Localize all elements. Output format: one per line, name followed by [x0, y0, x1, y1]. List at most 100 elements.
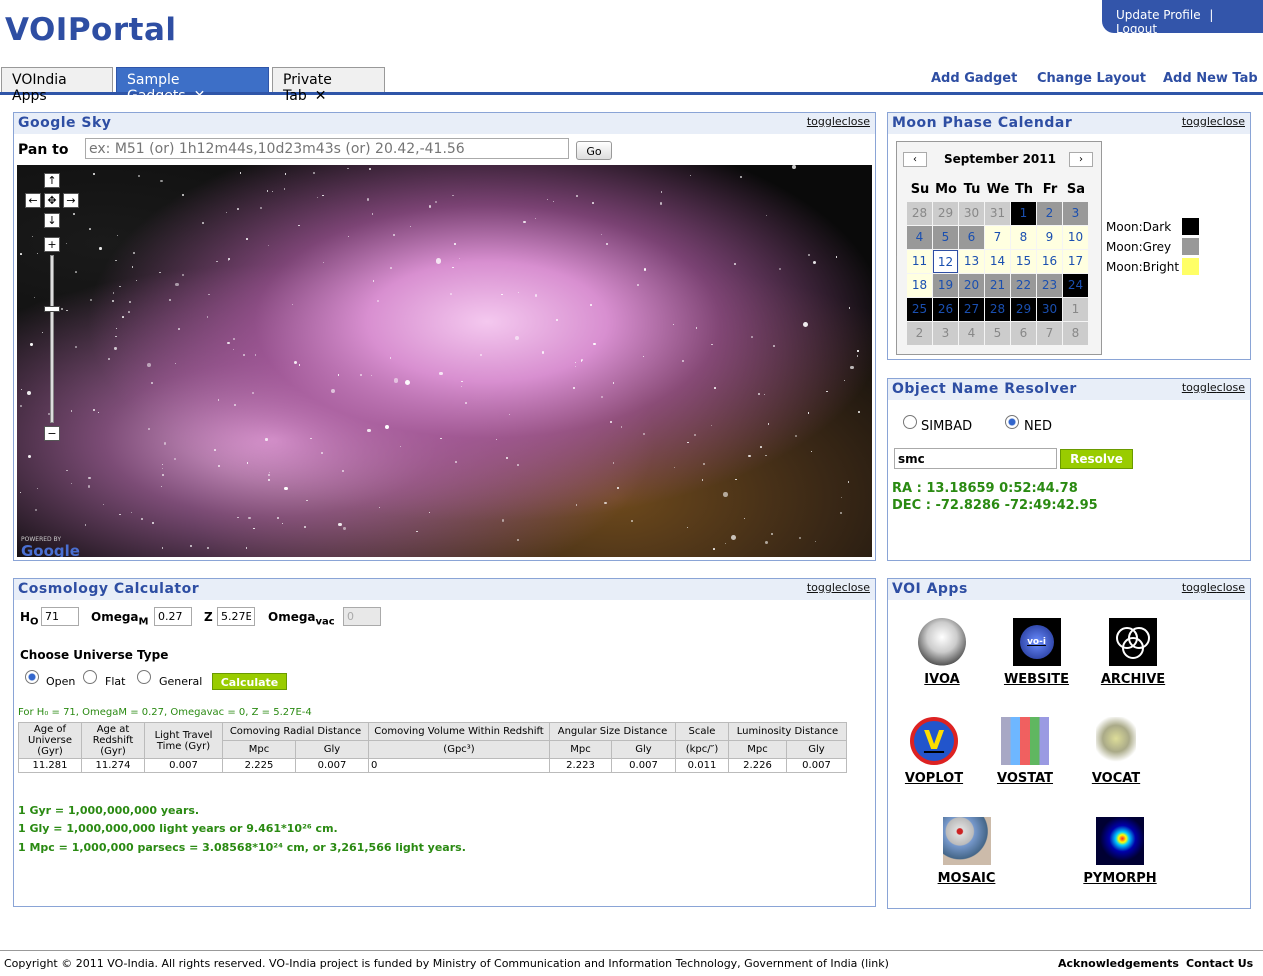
calendar-day[interactable]: 20 — [959, 274, 984, 297]
calendar-day[interactable]: 29 — [933, 202, 958, 225]
calendar-day[interactable]: 3 — [1063, 202, 1088, 225]
calendar-day[interactable]: 31 — [985, 202, 1010, 225]
pan-input[interactable] — [85, 138, 569, 159]
calendar-day[interactable]: 4 — [907, 226, 932, 249]
app-mosaic[interactable]: MOSAIC — [934, 817, 999, 886]
toggle-link[interactable]: toggle — [807, 115, 842, 128]
logout-link[interactable]: Logout — [1116, 22, 1157, 36]
tab-voindia-apps[interactable]: VOIndia Apps — [1, 67, 113, 104]
toggle-link[interactable]: toggle — [1182, 381, 1217, 394]
calendar-day[interactable]: 23 — [1037, 274, 1062, 297]
star — [253, 528, 255, 530]
calendar-day[interactable]: 2 — [1037, 202, 1062, 225]
calendar-day[interactable]: 6 — [959, 226, 984, 249]
calendar-day[interactable]: 17 — [1063, 250, 1088, 273]
close-link[interactable]: close — [1217, 115, 1245, 128]
calendar-day[interactable]: 4 — [959, 322, 984, 345]
calendar-day[interactable]: 3 — [933, 322, 958, 345]
calendar-day[interactable]: 28 — [985, 298, 1010, 321]
zoom-handle[interactable] — [44, 306, 60, 312]
toggle-link[interactable]: toggle — [1182, 581, 1217, 594]
update-profile-link[interactable]: Update Profile — [1116, 8, 1201, 22]
pan-up-icon[interactable]: ↑ — [44, 173, 60, 188]
calendar-day[interactable]: 16 — [1037, 250, 1062, 273]
omegam-input[interactable] — [154, 607, 192, 626]
zoom-slider[interactable] — [50, 255, 54, 423]
object-name-input[interactable] — [894, 448, 1057, 469]
simbad-radio[interactable] — [903, 415, 917, 429]
resolve-button[interactable]: Resolve — [1060, 449, 1133, 469]
star — [341, 470, 345, 473]
calendar-day[interactable]: 1 — [1063, 298, 1088, 321]
add-gadget-link[interactable]: Add Gadget — [931, 71, 1017, 86]
calendar-day[interactable]: 18 — [907, 274, 932, 297]
calendar-day[interactable]: 8 — [1063, 322, 1088, 345]
calendar-day[interactable]: 1 — [1011, 202, 1036, 225]
calendar-day[interactable]: 6 — [1011, 322, 1036, 345]
zoom-in-icon[interactable]: + — [44, 237, 60, 252]
toggle-link[interactable]: toggle — [807, 581, 842, 594]
calendar-day[interactable]: 30 — [1037, 298, 1062, 321]
calendar-day[interactable]: 5 — [985, 322, 1010, 345]
pan-down-icon[interactable]: ↓ — [44, 213, 60, 228]
flat-radio[interactable] — [83, 670, 97, 684]
calendar-day[interactable]: 29 — [1011, 298, 1036, 321]
calendar-day[interactable]: 12 — [933, 250, 958, 273]
open-radio[interactable] — [25, 670, 39, 684]
calendar-day[interactable]: 13 — [959, 250, 984, 273]
calendar-day[interactable]: 30 — [959, 202, 984, 225]
pan-left-icon[interactable]: ← — [25, 193, 41, 208]
calendar-day[interactable]: 15 — [1011, 250, 1036, 273]
z-input[interactable] — [217, 607, 255, 626]
change-layout-link[interactable]: Change Layout — [1037, 71, 1146, 86]
calendar-day[interactable]: 22 — [1011, 274, 1036, 297]
pan-center-icon[interactable]: ✥ — [44, 193, 60, 208]
calendar-day[interactable]: 24 — [1063, 274, 1088, 297]
app-voplot[interactable]: V VOPLOT — [904, 717, 964, 786]
calendar-day[interactable]: 8 — [1011, 226, 1036, 249]
app-pymorph[interactable]: PYMORPH — [1080, 817, 1160, 886]
general-radio[interactable] — [137, 670, 151, 684]
calendar-day[interactable]: 27 — [959, 298, 984, 321]
calendar-day[interactable]: 2 — [907, 322, 932, 345]
sky-map[interactable]: ↑ ← ✥ → ↓ + − POWERED BY Google — [17, 165, 872, 557]
calendar-day[interactable]: 9 — [1037, 226, 1062, 249]
ned-radio[interactable] — [1005, 415, 1019, 429]
calendar-day[interactable]: 21 — [985, 274, 1010, 297]
close-link[interactable]: close — [1217, 381, 1245, 394]
h0-input[interactable] — [41, 607, 79, 626]
tab-private[interactable]: Private Tab ✕ — [272, 67, 385, 104]
close-icon[interactable]: ✕ — [194, 88, 206, 104]
app-website[interactable]: vo-i WEBSITE — [999, 618, 1074, 687]
app-vostat[interactable]: VOSTAT — [993, 717, 1057, 786]
omegavac-input[interactable] — [343, 607, 381, 626]
app-ivoa[interactable]: IVOA — [916, 618, 968, 687]
app-archive[interactable]: ARCHIVE — [1098, 618, 1168, 687]
calculate-button[interactable]: Calculate — [212, 673, 287, 690]
go-button[interactable]: Go — [576, 141, 612, 160]
close-icon[interactable]: ✕ — [315, 88, 327, 104]
pan-right-icon[interactable]: → — [63, 193, 79, 208]
close-link[interactable]: close — [1217, 581, 1245, 594]
calendar-day[interactable]: 25 — [907, 298, 932, 321]
close-link[interactable]: close — [842, 115, 870, 128]
app-vocat[interactable]: VOCAT — [1088, 717, 1144, 786]
contact-us-link[interactable]: Contact Us — [1186, 957, 1253, 970]
toggle-link[interactable]: toggle — [1182, 115, 1217, 128]
calendar-day[interactable]: 10 — [1063, 226, 1088, 249]
calendar-day[interactable]: 7 — [1037, 322, 1062, 345]
calendar-day[interactable]: 7 — [985, 226, 1010, 249]
next-month-icon[interactable]: › — [1069, 152, 1093, 167]
calendar-day[interactable]: 5 — [933, 226, 958, 249]
tab-sample-gadgets[interactable]: Sample Gadgets ✕ — [116, 67, 269, 104]
acknowledgements-link[interactable]: Acknowledgements — [1058, 957, 1179, 970]
calendar-day[interactable]: 28 — [907, 202, 932, 225]
user-menu: Update Profile | Logout — [1102, 0, 1263, 36]
calendar-day[interactable]: 26 — [933, 298, 958, 321]
add-new-tab-link[interactable]: Add New Tab — [1163, 71, 1258, 86]
calendar-day[interactable]: 11 — [907, 250, 932, 273]
close-link[interactable]: close — [842, 581, 870, 594]
calendar-day[interactable]: 14 — [985, 250, 1010, 273]
calendar-day[interactable]: 19 — [933, 274, 958, 297]
zoom-out-icon[interactable]: − — [44, 426, 60, 441]
